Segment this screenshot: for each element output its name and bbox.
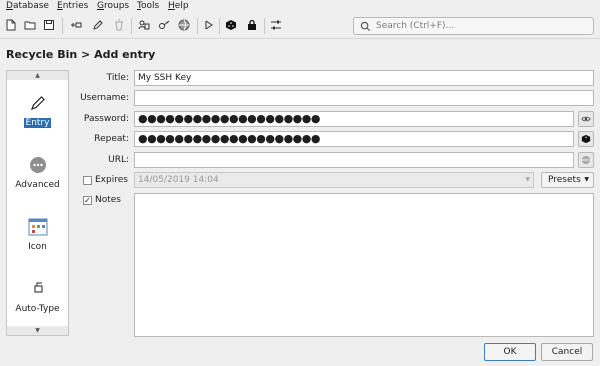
dice-icon xyxy=(581,134,591,144)
edit-entry-icon[interactable] xyxy=(91,18,105,32)
toggle-password-visibility-button[interactable] xyxy=(578,111,594,127)
page-title: Recycle Bin > Add entry xyxy=(6,48,156,61)
copy-username-icon[interactable] xyxy=(137,18,151,32)
open-url-icon[interactable] xyxy=(177,18,191,32)
menu-entries[interactable]: Entries xyxy=(57,1,88,12)
keyboard-icon xyxy=(34,282,42,293)
category-icon-label: Icon xyxy=(28,242,47,252)
search-input[interactable]: Search (Ctrl+F)... xyxy=(353,17,594,35)
globe-icon xyxy=(581,155,591,165)
repeat-label: Repeat: xyxy=(94,134,129,144)
password-field[interactable]: ●●●●●●●●●●●●●●●●●●●● xyxy=(134,111,574,127)
notes-field[interactable] xyxy=(134,193,594,337)
generate-password-button[interactable] xyxy=(578,131,594,147)
expires-date-field[interactable]: 14/05/2019 14:04 ▼ xyxy=(134,172,534,188)
autotype-icon[interactable] xyxy=(202,18,216,32)
url-field[interactable] xyxy=(134,152,574,168)
ok-button[interactable]: OK xyxy=(484,343,536,361)
repeat-field[interactable]: ●●●●●●●●●●●●●●●●●●●● xyxy=(134,131,574,147)
lock-database-icon[interactable] xyxy=(245,18,259,32)
url-label: URL: xyxy=(108,155,129,165)
copy-password-icon[interactable] xyxy=(157,18,171,32)
open-url-button[interactable] xyxy=(578,152,594,168)
title-label: Title: xyxy=(106,73,129,83)
menu-tools[interactable]: Tools xyxy=(137,1,159,12)
icon-grid-icon xyxy=(28,218,47,236)
title-field[interactable]: My SSH Key xyxy=(134,70,594,86)
expires-date-value: 14/05/2019 14:04 xyxy=(138,175,219,185)
menu-database[interactable]: Database xyxy=(6,1,49,12)
chevron-down-icon: ▼ xyxy=(525,176,530,183)
search-icon xyxy=(360,21,371,32)
menu-help[interactable]: Help xyxy=(168,1,189,12)
add-entry-icon[interactable] xyxy=(69,18,83,32)
password-generator-icon[interactable] xyxy=(224,18,238,32)
username-label: Username: xyxy=(80,93,129,103)
category-list: ▲ Entry Advanced Icon Auto-Type ▼ xyxy=(6,70,69,336)
settings-icon[interactable] xyxy=(269,18,283,32)
scroll-down-icon[interactable]: ▼ xyxy=(7,326,68,335)
save-database-icon[interactable] xyxy=(42,18,56,32)
menu-bar: Database Entries Groups Tools Help xyxy=(0,0,600,13)
search-placeholder: Search (Ctrl+F)... xyxy=(376,21,455,31)
username-field[interactable] xyxy=(134,90,594,106)
notes-checkbox[interactable]: ✓ xyxy=(83,196,92,205)
pencil-icon xyxy=(30,96,45,111)
presets-button[interactable]: Presets ▼ xyxy=(541,172,594,188)
more-icon xyxy=(29,157,46,173)
category-entry-label: Entry xyxy=(23,118,52,128)
eye-icon xyxy=(581,116,591,122)
menu-groups[interactable]: Groups xyxy=(97,1,129,12)
password-label: Password: xyxy=(83,114,129,124)
presets-label: Presets xyxy=(548,175,581,185)
cancel-button[interactable]: Cancel xyxy=(541,343,593,361)
open-database-icon[interactable] xyxy=(23,18,37,32)
expires-checkbox[interactable] xyxy=(83,176,92,185)
expires-label: Expires xyxy=(95,175,128,185)
notes-label: Notes xyxy=(95,195,121,205)
category-advanced-label: Advanced xyxy=(15,180,60,190)
category-auto-type-label: Auto-Type xyxy=(15,304,60,314)
category-auto-type[interactable]: Auto-Type xyxy=(7,279,68,314)
category-icon[interactable]: Icon xyxy=(7,217,68,252)
new-database-icon[interactable] xyxy=(4,18,18,32)
chevron-down-icon: ▼ xyxy=(584,176,589,183)
delete-entry-icon[interactable] xyxy=(112,18,126,32)
